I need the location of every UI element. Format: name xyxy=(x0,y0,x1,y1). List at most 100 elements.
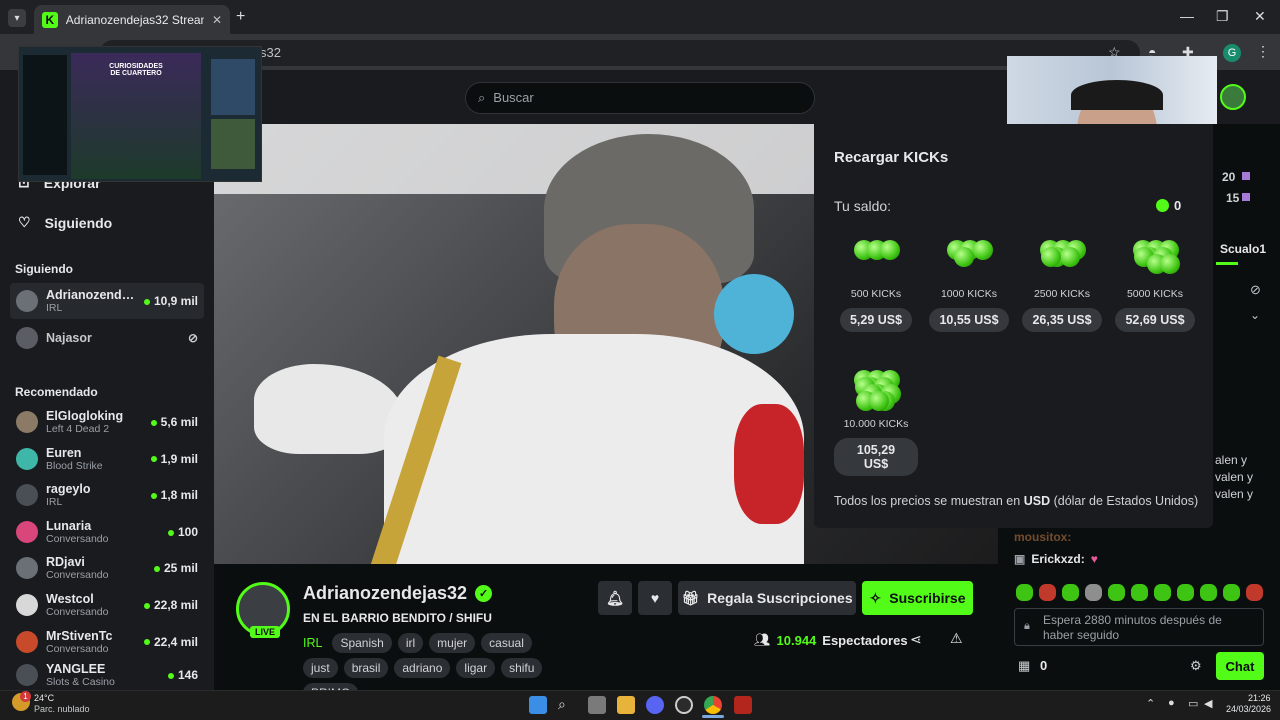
balance-label: Tu saldo: xyxy=(834,198,892,214)
chat-send-button[interactable]: Chat xyxy=(1216,652,1264,680)
chat-user-tab[interactable]: Scualo1 xyxy=(1220,242,1266,256)
sidebar-channel[interactable]: Adrianozendej... IRL 10,9 mil xyxy=(10,283,204,319)
tag-pill[interactable]: PRIMO xyxy=(303,683,359,690)
channel-name[interactable]: Adrianozendejas32 xyxy=(303,583,467,604)
tag-pill[interactable]: brasil xyxy=(343,658,389,678)
network-icon[interactable]: ▭ xyxy=(1188,697,1198,710)
chat-username[interactable]: mousitox: xyxy=(1014,530,1071,544)
minimize-icon[interactable]: — xyxy=(1180,8,1194,24)
windows-start-icon[interactable] xyxy=(529,696,547,714)
task-view-icon[interactable] xyxy=(588,696,606,714)
chat-count: 20 xyxy=(1222,170,1236,184)
sidebar-channel[interactable]: Westcol Conversando 22,8 mil xyxy=(10,587,204,623)
gift-subs-button[interactable]: 🎁︎ Regala Suscripciones xyxy=(678,581,856,615)
sidebar-channel[interactable]: Lunaria Conversando 100 xyxy=(10,514,204,550)
emote-icon[interactable] xyxy=(1016,584,1033,601)
chrome-icon[interactable] xyxy=(704,696,722,714)
gear-icon[interactable]: ⚙ xyxy=(1190,658,1202,674)
chat-wait-text: Espera 2880 minutos después de haber seg… xyxy=(1043,613,1222,642)
notification-bell-button[interactable]: 🔔︎ xyxy=(598,581,632,615)
kick-pack[interactable]: 2500 KICKs 26,35 US$ xyxy=(1020,236,1104,332)
sidebar-channel[interactable]: Najasor ⊘ xyxy=(10,320,204,356)
kicks-gem-icon xyxy=(1036,236,1088,280)
pack-price-button[interactable]: 105,29 US$ xyxy=(834,438,918,476)
tag-pill[interactable]: shifu xyxy=(501,658,543,678)
emote-icon[interactable] xyxy=(1154,584,1171,601)
volume-icon[interactable]: ◀ xyxy=(1204,697,1212,710)
chat-username[interactable]: Erickxzd: xyxy=(1031,552,1084,566)
pip-window[interactable]: CURIOSIDADES DE CUARTERO xyxy=(18,46,262,182)
viewer-count: 10,9 mil xyxy=(153,294,198,308)
clock-time[interactable]: 21:26 xyxy=(1248,693,1271,703)
chevron-down-icon[interactable]: ⌄ xyxy=(1250,308,1260,322)
kick-pack[interactable]: 1000 KICKs 10,55 US$ xyxy=(927,236,1011,332)
sidebar-channel[interactable]: Euren Blood Strike 1,9 mil xyxy=(10,441,204,477)
tag-list: just brasil adriano ligar shifu xyxy=(303,658,548,678)
emote-icon[interactable] xyxy=(1223,584,1240,601)
sidebar-channel[interactable]: RDjavi Conversando 25 mil xyxy=(10,550,204,586)
browser-tab-active[interactable]: K Adrianozendejas32 Stream - Watch Li ✕ xyxy=(34,5,230,34)
file-explorer-icon[interactable] xyxy=(617,696,635,714)
pack-price-button[interactable]: 52,69 US$ xyxy=(1115,308,1195,332)
channel-name: YANGLEE xyxy=(46,662,106,677)
emote-icon[interactable] xyxy=(1062,584,1079,601)
emote-icon[interactable] xyxy=(1039,584,1056,601)
emote-icon[interactable] xyxy=(1131,584,1148,601)
pack-price-button[interactable]: 26,35 US$ xyxy=(1022,308,1102,332)
emote-icon[interactable] xyxy=(1246,584,1263,601)
kick-pack[interactable]: 500 KICKs 5,29 US$ xyxy=(834,236,918,332)
tag-pill[interactable]: Spanish xyxy=(332,633,392,653)
sidebar-channel[interactable]: ElGlogloking Left 4 Dead 2 5,6 mil xyxy=(10,404,204,440)
pack-price-button[interactable]: 10,55 US$ xyxy=(929,308,1009,332)
tab-close-icon[interactable]: ✕ xyxy=(212,13,222,27)
tag-pill[interactable]: adriano xyxy=(394,658,451,678)
avatar xyxy=(16,630,38,653)
dota-icon[interactable] xyxy=(734,696,752,714)
store-icon[interactable]: ▦ xyxy=(1018,658,1030,674)
user-avatar[interactable] xyxy=(1220,84,1246,110)
balance-value: 0 xyxy=(1174,198,1182,213)
live-dot-icon xyxy=(150,456,157,463)
follow-heart-button[interactable]: ♥ xyxy=(638,581,672,615)
emote-icon[interactable] xyxy=(1108,584,1125,601)
profile-avatar[interactable]: G xyxy=(1223,44,1241,62)
sidebar-channel[interactable]: MrStivenTc Conversando 22,4 mil xyxy=(10,624,204,660)
search-icon[interactable]: ⌕ xyxy=(558,696,576,714)
restore-icon[interactable]: ❐ xyxy=(1216,8,1229,25)
new-tab-button[interactable]: + xyxy=(236,8,245,26)
browser-menu-icon[interactable]: ⋮ xyxy=(1256,43,1270,60)
tag-pill[interactable]: mujer xyxy=(429,633,476,653)
window-close-icon[interactable]: ✕ xyxy=(1254,8,1266,25)
tag-pill[interactable]: just xyxy=(303,658,338,678)
discord-icon[interactable] xyxy=(646,696,664,714)
search-input[interactable]: ⌕ Buscar xyxy=(465,82,815,114)
tag-pill[interactable]: casual xyxy=(481,633,532,653)
share-icon[interactable]: ⋖ xyxy=(910,631,922,648)
sidebar-channel[interactable]: YANGLEE Slots & Casino 146 xyxy=(10,660,204,690)
kick-pack[interactable]: 5000 KICKs 52,69 US$ xyxy=(1113,236,1197,332)
report-warning-icon[interactable]: ⚠ xyxy=(950,630,963,647)
chat-line: alen y xyxy=(1215,453,1248,467)
subscribe-button[interactable]: ✧ Suscribirse xyxy=(862,581,973,615)
kick-pack[interactable]: 10.000 KICKs 105,29 US$ xyxy=(834,366,918,476)
emote-icon[interactable] xyxy=(1177,584,1194,601)
category-link[interactable]: IRL xyxy=(303,636,322,650)
sidebar-channel[interactable]: rageylo IRL 1,8 mil xyxy=(10,477,204,513)
tray-chevron-up-icon[interactable]: ⌃ xyxy=(1146,697,1155,710)
plush-body xyxy=(734,404,804,524)
channel-category: Conversando xyxy=(46,532,109,545)
sidebar-item-siguiendo[interactable]: ♡ Siguiendo xyxy=(18,214,112,231)
pack-price-button[interactable]: 5,29 US$ xyxy=(839,308,913,332)
github-icon[interactable] xyxy=(675,696,693,714)
tag-pill[interactable]: ligar xyxy=(456,658,496,678)
kicks-gem-icon xyxy=(1129,236,1181,280)
clock-date[interactable]: 24/03/2026 xyxy=(1226,704,1271,714)
emote-icon[interactable] xyxy=(1085,584,1102,601)
chat-input-locked[interactable]: 🔒︎ Espera 2880 minutos después de haber … xyxy=(1014,608,1264,646)
microphone-icon[interactable]: ● xyxy=(1168,697,1175,709)
tag-pill[interactable]: irl xyxy=(397,633,424,653)
eye-slash-icon[interactable]: ⊘ xyxy=(1250,282,1261,298)
emote-icon[interactable] xyxy=(1200,584,1217,601)
tab-search-icon[interactable]: ▾ xyxy=(8,9,26,27)
channel-name: MrStivenTc xyxy=(46,628,113,643)
